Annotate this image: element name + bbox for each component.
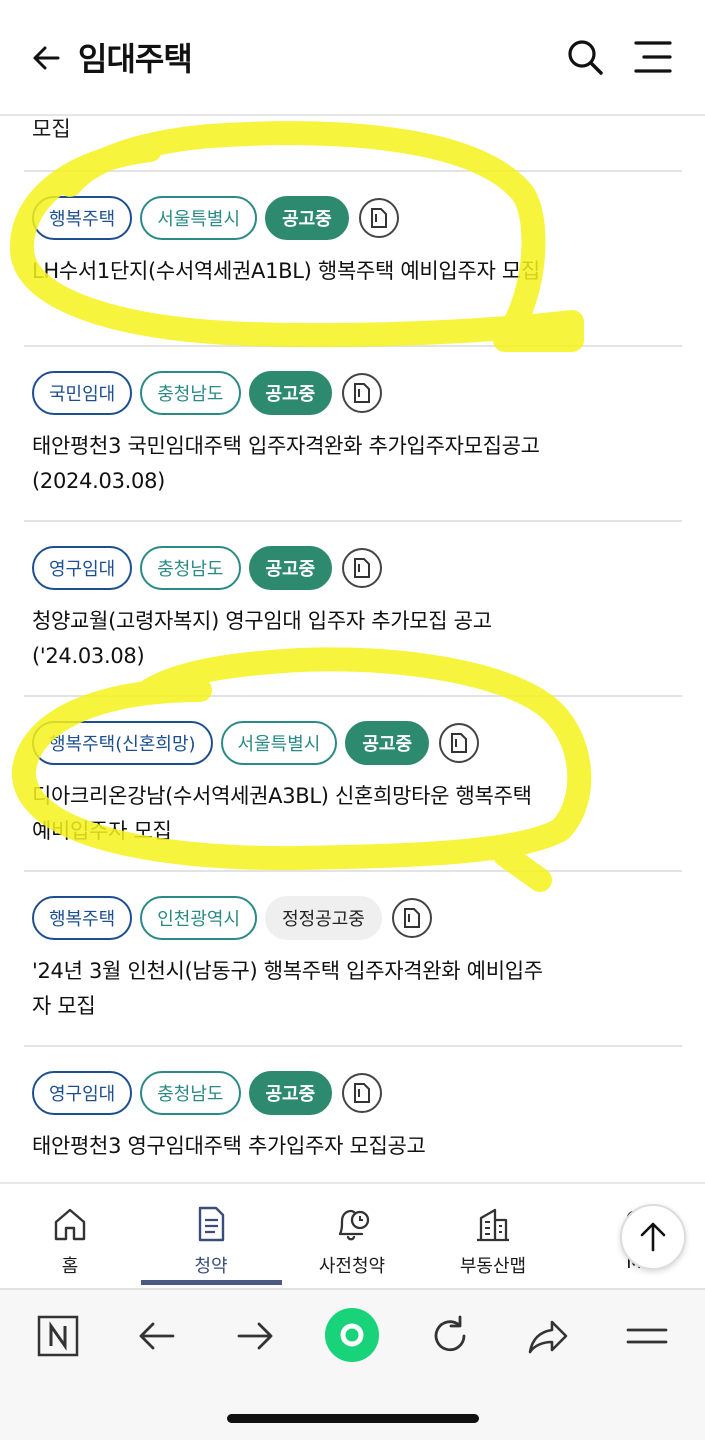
naver-n-icon[interactable] bbox=[34, 1312, 82, 1360]
tag-row: 국민임대 충청남도 공고중 bbox=[32, 371, 383, 415]
list-item[interactable]: 행복주택 인천광역시 정정공고중 '24년 3월 인천시(남동구) 행복주택 입… bbox=[0, 872, 705, 1047]
status-badge: 정정공고중 bbox=[265, 896, 382, 940]
item-title: LH수서1단지(수서역세권A1BL) 행복주택 예비입주자 모집 bbox=[32, 259, 540, 283]
browser-forward-icon[interactable] bbox=[231, 1312, 279, 1360]
nav-label: 청약 bbox=[194, 1256, 228, 1277]
nav-label: 부동산맵 bbox=[459, 1256, 527, 1277]
tag-row: 행복주택 서울특별시 공고중 bbox=[32, 196, 399, 240]
tag-row: 행복주택(신혼희망) 서울특별시 공고중 bbox=[32, 721, 480, 765]
page-title: 임대주택 bbox=[78, 40, 193, 78]
arrow-up-icon bbox=[640, 1222, 666, 1252]
app-header: 임대주택 bbox=[0, 0, 705, 116]
status-badge: 공고중 bbox=[248, 546, 333, 590]
list-item[interactable]: 영구임대 충청남도 공고중 태안평천3 영구임대주택 추가입주자 모집공고 bbox=[0, 1047, 705, 1182]
region-tag: 서울특별시 bbox=[220, 721, 338, 765]
tag-row: 영구임대 충청남도 공고중 bbox=[32, 1071, 383, 1115]
nav-item-home[interactable]: 홈 bbox=[0, 1184, 140, 1288]
document-icon[interactable] bbox=[342, 1073, 383, 1113]
item-title: 디아크리온강남(수서역세권A3BL) 신혼희망타운 행복주택 예비입주자 모집 bbox=[32, 784, 532, 843]
home-icon bbox=[50, 1206, 90, 1242]
list-item[interactable]: 행복주택(신혼희망) 서울특별시 공고중 디아크리온강남(수서역세권A3BL) … bbox=[0, 697, 705, 872]
scroll-to-top-button[interactable] bbox=[620, 1204, 686, 1270]
item-title: '24년 3월 인천시(남동구) 행복주택 입주자격완화 예비입주자 모집 bbox=[32, 959, 543, 1018]
document-icon[interactable] bbox=[391, 898, 432, 938]
region-tag: 충청남도 bbox=[140, 371, 241, 415]
document-icon[interactable] bbox=[358, 198, 399, 238]
nav-item-pre-subscription[interactable]: 사전청약 bbox=[282, 1184, 422, 1288]
status-badge: 공고중 bbox=[248, 1071, 333, 1115]
list-item[interactable]: 국민임대 충청남도 공고중 태안평천3 국민임대주택 입주자격완화 추가입주자모… bbox=[0, 347, 705, 522]
tag-row: 행복주택 인천광역시 정정공고중 bbox=[32, 896, 432, 940]
browser-back-icon[interactable] bbox=[133, 1312, 181, 1360]
home-indicator bbox=[227, 1414, 479, 1423]
nav-active-indicator bbox=[141, 1280, 282, 1285]
naver-green-home-icon[interactable] bbox=[323, 1306, 381, 1364]
housing-type-tag: 영구임대 bbox=[32, 1071, 133, 1115]
bell-clock-icon bbox=[332, 1206, 372, 1242]
list-item-partial[interactable]: 모집 bbox=[0, 116, 705, 170]
housing-type-tag: 행복주택 bbox=[32, 196, 133, 240]
housing-type-tag: 행복주택 bbox=[32, 896, 133, 940]
region-tag: 인천광역시 bbox=[140, 896, 258, 940]
region-tag: 충청남도 bbox=[140, 1071, 241, 1115]
announcement-list: 모집 행복주택 서울특별시 공고중 LH수서1단지(수서역세권A1BL) 행복주… bbox=[0, 116, 705, 1182]
nav-label: 홈 bbox=[61, 1256, 79, 1277]
status-badge: 공고중 bbox=[248, 371, 333, 415]
item-title: 태안평천3 영구임대주택 추가입주자 모집공고 bbox=[32, 1134, 426, 1158]
item-title: 청양교월(고령자복지) 영구임대 입주자 추가모집 공고('24.03.08) bbox=[32, 609, 492, 668]
list-item[interactable]: 행복주택 서울특별시 공고중 LH수서1단지(수서역세권A1BL) 행복주택 예… bbox=[0, 172, 705, 347]
housing-type-tag: 영구임대 bbox=[32, 546, 133, 590]
housing-type-tag: 행복주택(신혼희망) bbox=[32, 721, 213, 765]
housing-type-tag: 국민임대 bbox=[32, 371, 133, 415]
nav-item-subscription[interactable]: 청약 bbox=[141, 1184, 281, 1288]
list-item[interactable]: 영구임대 충청남도 공고중 청양교월(고령자복지) 영구임대 입주자 추가모집 … bbox=[0, 522, 705, 697]
region-tag: 충청남도 bbox=[140, 546, 241, 590]
item-title: 태안평천3 국민임대주택 입주자격완화 추가입주자모집공고(2024.03.08… bbox=[32, 434, 540, 493]
building-icon bbox=[473, 1206, 513, 1242]
refresh-icon[interactable] bbox=[426, 1312, 474, 1360]
tag-row: 영구임대 충청남도 공고중 bbox=[32, 546, 383, 590]
document-icon[interactable] bbox=[342, 548, 383, 588]
region-tag: 서울특별시 bbox=[140, 196, 258, 240]
nav-label: 사전청약 bbox=[318, 1256, 386, 1277]
document-icon[interactable] bbox=[342, 373, 383, 413]
browser-menu-icon[interactable] bbox=[622, 1312, 670, 1360]
status-badge: 공고중 bbox=[345, 721, 430, 765]
hamburger-menu-icon[interactable] bbox=[632, 38, 674, 78]
document-icon[interactable] bbox=[439, 723, 480, 763]
status-badge: 공고중 bbox=[265, 196, 349, 240]
share-icon[interactable] bbox=[524, 1312, 572, 1360]
item-title: 모집 bbox=[32, 117, 71, 141]
back-arrow-icon[interactable] bbox=[28, 38, 68, 78]
search-icon[interactable] bbox=[564, 36, 606, 78]
document-icon bbox=[191, 1206, 231, 1242]
bottom-navigation: 홈 청약 사전청약 부동산맵 M bbox=[0, 1182, 705, 1286]
nav-item-real-estate-map[interactable]: 부동산맵 bbox=[423, 1184, 563, 1288]
